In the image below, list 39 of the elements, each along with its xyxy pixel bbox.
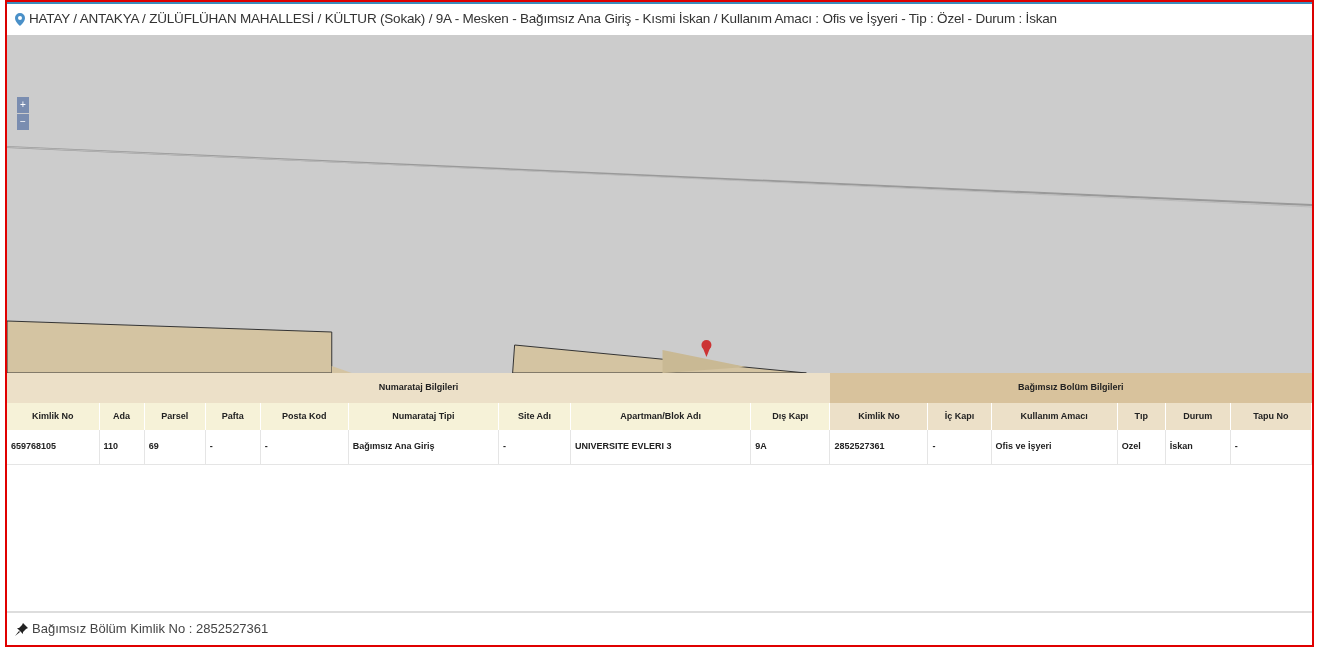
table-cell: - xyxy=(1234,441,1238,451)
column-header: Durum xyxy=(1183,410,1213,421)
table-cell: - xyxy=(209,441,213,451)
zoom-in-button[interactable]: + xyxy=(17,97,29,113)
table-cell: Ozel xyxy=(1121,441,1141,451)
table-cell: UNIVERSITE EVLERI 3 xyxy=(575,441,672,451)
column-header: Posta Kod xyxy=(282,410,327,421)
column-header: Numarataj Tipi xyxy=(392,410,455,421)
map[interactable]: + − xyxy=(7,35,1312,373)
column-header: Apartman/Blok Adı xyxy=(620,410,701,421)
zoom-out-button[interactable]: − xyxy=(17,114,29,130)
column-header: Site Adı xyxy=(517,410,552,421)
table-cell: - xyxy=(264,441,268,451)
column-header: İç Kapı xyxy=(944,410,975,421)
column-header: Pafta xyxy=(221,410,244,421)
column-header: Ada xyxy=(113,410,131,421)
column-header: Parsel xyxy=(161,410,189,421)
table-cell: 659768105 xyxy=(11,441,57,451)
table-cell: İskan xyxy=(1169,441,1193,451)
table-cell: Ofis ve İşyeri xyxy=(995,441,1052,451)
table-cell: 9A xyxy=(755,441,767,451)
address-text: HATAY / ANTAKYA / ZÜLÜFLÜHAN MAHALLESİ / KÜLTUR (Sokak) / 9A - Mesken - Bağımsız Ana Giriş - Kısmi İskan / Kullanım Amacı : Ofis ve İşyeri - Tip : Özel - Durum : İskan xyxy=(29,10,1057,29)
column-header: Kullanım Amacı xyxy=(1020,410,1088,421)
column-header: Kimlik No xyxy=(32,410,74,421)
table-cell: 2852527361 xyxy=(834,441,885,451)
table-cell: 110 xyxy=(103,441,119,451)
group-header: Numarataj Bilgileri xyxy=(378,382,459,393)
table-cell: Bağımsız Ana Giriş xyxy=(352,441,435,451)
column-header: Tıp xyxy=(1134,410,1148,421)
column-header: Tapu No xyxy=(1253,410,1289,421)
pin-icon xyxy=(15,622,28,636)
column-header: Dış Kapı xyxy=(772,410,809,421)
table-cell: 69 xyxy=(148,441,159,451)
table-cell: - xyxy=(503,441,506,451)
footer-text: Bağımsız Bölüm Kimlik No : 2852527361 xyxy=(32,620,269,639)
column-header: Kimlik No xyxy=(858,410,900,421)
map-pin-icon xyxy=(15,13,25,26)
table-cell: - xyxy=(932,441,936,451)
group-header: Bağımsız Bolüm Bilgileri xyxy=(1017,382,1124,393)
